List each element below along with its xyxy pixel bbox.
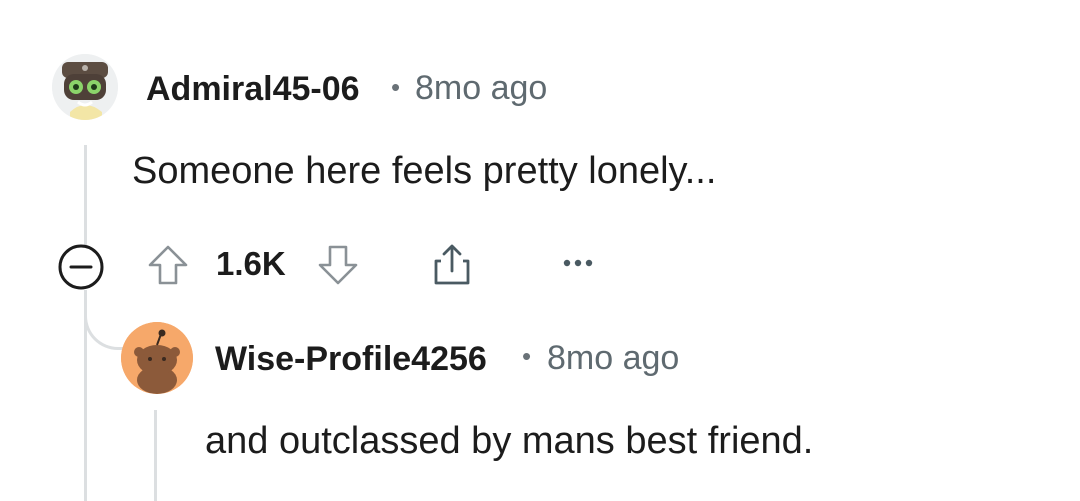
comment-body: Someone here feels pretty lonely...: [132, 150, 717, 192]
upvote-arrow-icon: [148, 245, 188, 285]
reply-connector: [84, 290, 124, 350]
comment-username[interactable]: Admiral45-06: [146, 70, 360, 109]
collapse-button[interactable]: [56, 242, 106, 292]
reply-timestamp: 8mo ago: [547, 339, 680, 377]
thread-line[interactable]: [84, 145, 87, 245]
more-options-button[interactable]: [558, 245, 598, 281]
more-dots-icon: [563, 259, 593, 267]
meta-separator: •: [522, 341, 532, 371]
share-icon: [434, 244, 470, 285]
robot-avatar-icon: [52, 54, 118, 120]
share-button[interactable]: [426, 239, 478, 291]
user-avatar[interactable]: [52, 54, 118, 120]
downvote-button[interactable]: [314, 241, 362, 289]
reply-body: and outclassed by mans best friend.: [205, 420, 814, 462]
comment-thread: Admiral45-06 • 8mo ago Someone here feel…: [0, 0, 1080, 501]
downvote-arrow-icon: [318, 245, 358, 285]
reply-username[interactable]: Wise-Profile4256: [215, 340, 487, 379]
meta-separator: •: [391, 72, 401, 102]
comment-timestamp: 8mo ago: [415, 69, 548, 107]
reply-thread-line[interactable]: [154, 410, 157, 501]
snoo-avatar-icon: [121, 322, 193, 394]
vote-score: 1.6K: [216, 245, 286, 282]
reply-avatar[interactable]: [121, 322, 193, 394]
upvote-button[interactable]: [144, 241, 192, 289]
collapse-minus-icon: [58, 244, 104, 290]
